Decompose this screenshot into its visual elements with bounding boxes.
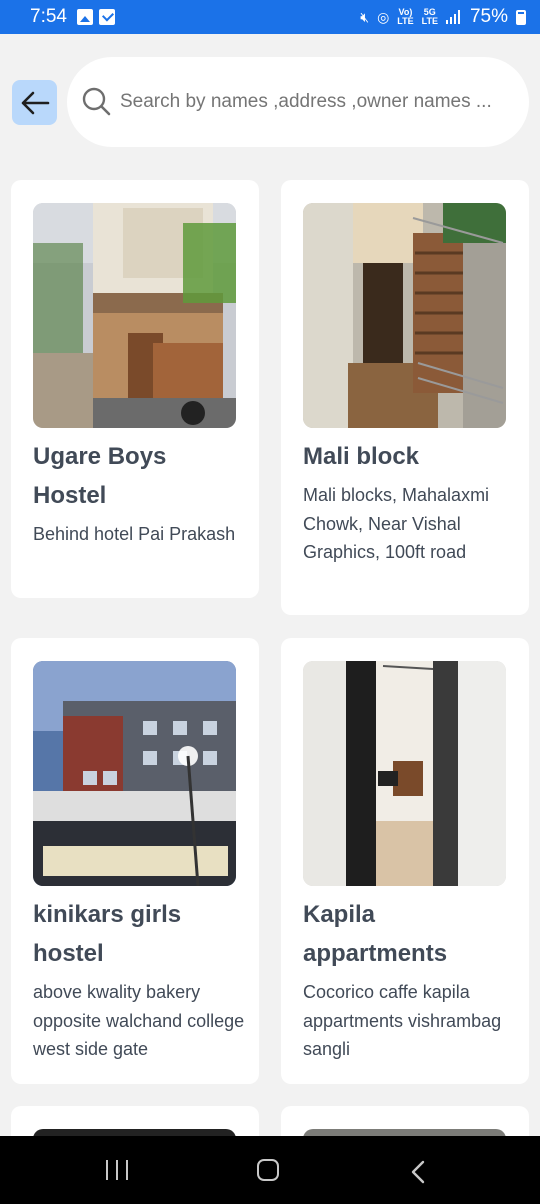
back-button[interactable] bbox=[12, 80, 57, 125]
recent-apps-icon[interactable] bbox=[106, 1160, 128, 1180]
status-bar: 7:54 🔇︎ ◎ Vo) LTE 5G LTE 75% bbox=[0, 0, 540, 34]
search-icon bbox=[82, 87, 111, 116]
hostel-name: Kapila appartments bbox=[303, 901, 448, 967]
search-placeholder: Search by names ,address ,owner names ..… bbox=[120, 91, 492, 112]
hostel-name: Ugare Boys Hostel bbox=[33, 443, 167, 509]
check-notification-icon bbox=[98, 9, 115, 25]
chevron-left-icon[interactable] bbox=[410, 1160, 426, 1184]
battery-percent: 75% bbox=[469, 6, 508, 27]
hostel-address: Mali blocks, Mahalaxmi Chowk, Near Visha… bbox=[303, 485, 490, 562]
hostel-image bbox=[33, 203, 236, 428]
signal-icon bbox=[445, 10, 460, 24]
network-type-bottom: LTE bbox=[421, 16, 438, 26]
mute-icon: 🔇︎ bbox=[360, 9, 370, 25]
home-icon[interactable] bbox=[257, 1159, 279, 1181]
hostel-name: Mali block bbox=[303, 443, 420, 470]
system-nav-bar bbox=[0, 1136, 540, 1204]
hotspot-icon: ◎ bbox=[377, 9, 390, 25]
notification-icons bbox=[76, 9, 115, 25]
status-time: 7:54 bbox=[30, 6, 67, 27]
hostel-card[interactable]: Mali block Mali blocks, Mahalaxmi Chowk,… bbox=[281, 180, 529, 615]
search-input[interactable]: Search by names ,address ,owner names ..… bbox=[67, 57, 529, 147]
hostel-card[interactable]: kinikars girls hostel above kwality bake… bbox=[11, 638, 259, 1084]
gallery-notification-icon bbox=[76, 9, 93, 25]
hostel-image bbox=[33, 661, 236, 886]
hostel-name: kinikars girls hostel bbox=[33, 901, 182, 967]
battery-icon bbox=[516, 9, 526, 25]
hostel-image bbox=[303, 203, 506, 428]
status-indicators: 🔇︎ ◎ Vo) LTE 5G LTE 75% bbox=[360, 6, 526, 28]
arrow-left-icon bbox=[21, 91, 49, 114]
network-type-badge: 5G LTE bbox=[422, 8, 438, 26]
volte-icon: Vo) LTE bbox=[397, 7, 414, 26]
hostel-address: above kwality bakery opposite walchand c… bbox=[33, 982, 245, 1059]
hostel-card[interactable]: Kapila appartments Cocorico caffe kapila… bbox=[281, 638, 529, 1084]
hostel-address: Behind hotel Pai Prakash bbox=[33, 524, 236, 544]
hostel-card[interactable]: Ugare Boys Hostel Behind hotel Pai Praka… bbox=[11, 180, 259, 598]
hostel-address: Cocorico caffe kapila appartments vishra… bbox=[303, 982, 502, 1059]
hostel-image bbox=[303, 661, 506, 886]
